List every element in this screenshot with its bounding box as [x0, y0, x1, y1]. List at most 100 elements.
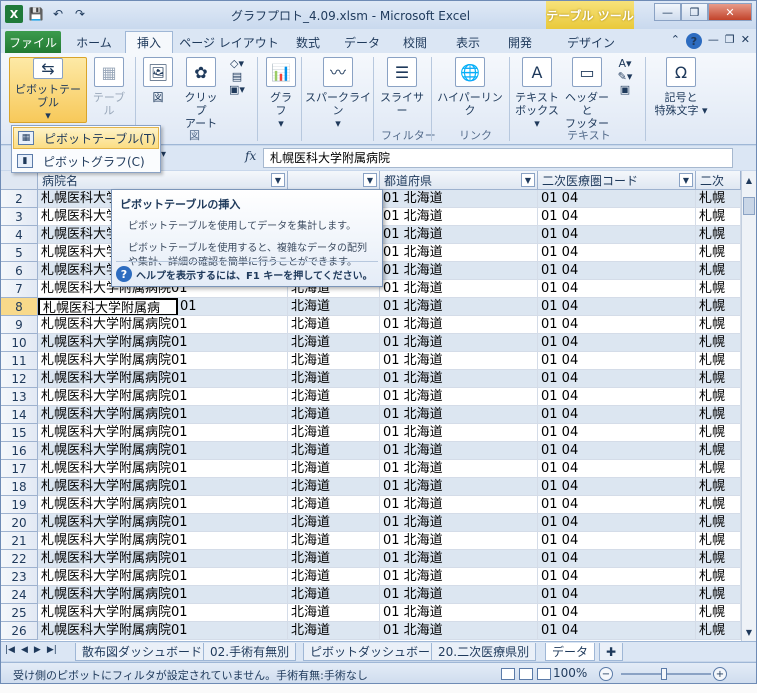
vertical-scrollbar[interactable]: ▲ ▼ [741, 171, 756, 641]
row-header[interactable]: 25 [1, 604, 38, 622]
table-cell[interactable]: 01 04 [538, 244, 696, 262]
scroll-down-icon[interactable]: ▼ [742, 625, 756, 639]
save-icon[interactable]: 💾 [27, 5, 45, 23]
redo-icon[interactable]: ↷ [71, 5, 89, 23]
table-cell[interactable]: 01 北海道 [380, 514, 538, 532]
minimize-button[interactable]: — [654, 3, 681, 21]
active-cell[interactable]: 札幌医科大学附属病 [38, 298, 178, 315]
table-cell[interactable]: 札幌 [696, 442, 741, 460]
table-cell[interactable]: 01 04 [538, 352, 696, 370]
table-cell[interactable]: 北海道 [288, 532, 380, 550]
table-cell[interactable]: 札幌医科大学附属病院01 [38, 550, 288, 568]
tab-formulas[interactable]: 数式 [285, 31, 331, 53]
column-header-b[interactable]: ▼ [288, 171, 380, 190]
tab-developer[interactable]: 開発 [497, 31, 543, 53]
table-cell[interactable]: 01 04 [538, 568, 696, 586]
table-cell[interactable]: 01 北海道 [380, 352, 538, 370]
menu-item-pivot-chart[interactable]: ▮ ピボットグラフ(C) [13, 150, 159, 172]
table-cell[interactable]: 01 04 [538, 406, 696, 424]
table-cell[interactable]: 札幌 [696, 388, 741, 406]
formula-input[interactable]: 札幌医科大学附属病院 [263, 148, 733, 168]
sheet-tab-surgery[interactable]: 02.手術有無別 [203, 643, 297, 661]
table-cell[interactable]: 札幌医科大学附属病 01 [38, 298, 288, 316]
table-cell[interactable]: 北海道 [288, 478, 380, 496]
table-cell[interactable]: 北海道 [288, 442, 380, 460]
table-cell[interactable]: 札幌 [696, 604, 741, 622]
table-cell[interactable]: 札幌医科大学附属病院01 [38, 370, 288, 388]
table-cell[interactable]: 札幌 [696, 478, 741, 496]
table-cell[interactable]: 札幌医科大学附属病院01 [38, 424, 288, 442]
table-cell[interactable]: 01 北海道 [380, 388, 538, 406]
table-cell[interactable]: 北海道 [288, 604, 380, 622]
table-cell[interactable]: 北海道 [288, 406, 380, 424]
sheet-tab-scatter-dashboard[interactable]: 散布図ダッシュボード [75, 643, 210, 661]
table-cell[interactable]: 01 北海道 [380, 460, 538, 478]
table-cell[interactable]: 札幌 [696, 334, 741, 352]
table-cell[interactable]: 01 北海道 [380, 478, 538, 496]
namebox-dropdown-icon[interactable]: ▾ [161, 149, 179, 160]
table-cell[interactable]: 01 04 [538, 370, 696, 388]
table-button[interactable]: ▦ テーブル [89, 57, 129, 117]
table-cell[interactable]: 札幌 [696, 550, 741, 568]
table-cell[interactable]: 北海道 [288, 460, 380, 478]
table-cell[interactable]: 北海道 [288, 424, 380, 442]
row-header[interactable]: 16 [1, 442, 38, 460]
normal-view-icon[interactable] [501, 668, 515, 680]
table-cell[interactable]: 札幌医科大学附属病院01 [38, 478, 288, 496]
table-cell[interactable]: 01 北海道 [380, 496, 538, 514]
chart-button[interactable]: 📊 グラフ ▾ [265, 57, 297, 130]
table-cell[interactable]: 北海道 [288, 388, 380, 406]
maximize-button[interactable]: ❐ [681, 3, 708, 21]
table-cell[interactable]: 01 北海道 [380, 586, 538, 604]
table-cell[interactable]: 01 04 [538, 532, 696, 550]
table-cell[interactable]: 01 北海道 [380, 244, 538, 262]
table-cell[interactable]: 札幌 [696, 622, 741, 640]
table-cell[interactable]: 札幌 [696, 226, 741, 244]
table-cell[interactable]: 01 04 [538, 316, 696, 334]
next-sheet-icon[interactable]: ▶ [34, 645, 41, 655]
table-cell[interactable]: 北海道 [288, 316, 380, 334]
ribbon-minimize-icon[interactable]: ⌃ [671, 33, 680, 49]
select-all-corner[interactable] [1, 171, 38, 190]
table-cell[interactable]: 札幌 [696, 460, 741, 478]
table-cell[interactable]: 札幌 [696, 262, 741, 280]
tab-page-layout[interactable]: ページ レイアウト [179, 31, 279, 53]
scroll-thumb[interactable] [743, 197, 755, 215]
column-header-hospital[interactable]: 病院名 ▼ [38, 171, 288, 190]
row-header[interactable]: 12 [1, 370, 38, 388]
table-cell[interactable]: 札幌 [696, 424, 741, 442]
row-header[interactable]: 15 [1, 424, 38, 442]
filter-dropdown-icon[interactable]: ▼ [363, 173, 377, 187]
table-cell[interactable]: 01 北海道 [380, 190, 538, 208]
table-cell[interactable]: 01 北海道 [380, 226, 538, 244]
table-cell[interactable]: 01 北海道 [380, 424, 538, 442]
table-cell[interactable]: 01 04 [538, 226, 696, 244]
symbol-button[interactable]: Ω 記号と 特殊文字 ▾ [651, 57, 711, 117]
table-cell[interactable]: 札幌 [696, 496, 741, 514]
table-cell[interactable]: 北海道 [288, 370, 380, 388]
table-cell[interactable]: 01 北海道 [380, 298, 538, 316]
table-cell[interactable]: 北海道 [288, 550, 380, 568]
table-cell[interactable]: 01 北海道 [380, 568, 538, 586]
sheet-tab-area[interactable]: 20.二次医療県別 [431, 643, 537, 661]
table-cell[interactable]: 北海道 [288, 352, 380, 370]
row-header[interactable]: 7 [1, 280, 38, 298]
table-cell[interactable]: 01 04 [538, 604, 696, 622]
table-cell[interactable]: 01 北海道 [380, 208, 538, 226]
tab-data[interactable]: データ [337, 31, 387, 53]
shapes-button[interactable]: ◇▾ ▤ ▣▾ [225, 57, 249, 96]
table-cell[interactable]: 01 04 [538, 262, 696, 280]
table-cell[interactable]: 札幌医科大学附属病院01 [38, 442, 288, 460]
page-break-view-icon[interactable] [537, 668, 551, 680]
slicer-button[interactable]: ☰ スライサー [377, 57, 427, 117]
row-header[interactable]: 19 [1, 496, 38, 514]
tab-file[interactable]: ファイル [5, 31, 61, 53]
filter-dropdown-icon[interactable]: ▼ [679, 173, 693, 187]
table-cell[interactable]: 北海道 [288, 514, 380, 532]
tab-home[interactable]: ホーム [67, 31, 121, 53]
row-header[interactable]: 3 [1, 208, 38, 226]
table-cell[interactable]: 01 04 [538, 550, 696, 568]
table-cell[interactable]: 札幌 [696, 244, 741, 262]
table-cell[interactable]: 01 04 [538, 514, 696, 532]
row-header[interactable]: 13 [1, 388, 38, 406]
